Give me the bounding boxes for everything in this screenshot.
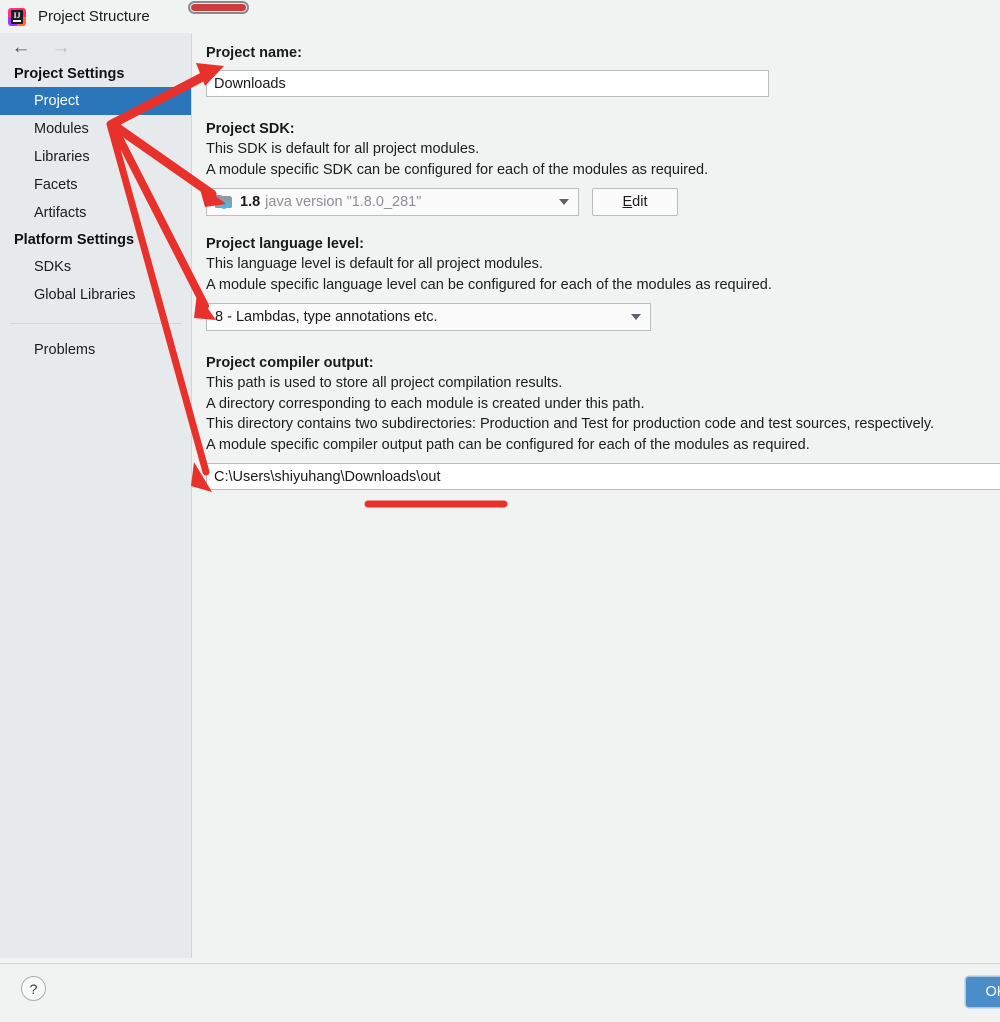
settings-sidebar: ← → Project Settings Project Modules Lib… (0, 33, 192, 958)
sidebar-item-label: Libraries (34, 149, 90, 165)
sidebar-group-project-settings: Project Settings (14, 66, 125, 82)
project-sdk-combobox[interactable]: 1.8 java version "1.8.0_281" (206, 188, 579, 216)
sidebar-item-problems[interactable]: Problems (0, 336, 191, 364)
sidebar-item-label: Global Libraries (34, 287, 136, 303)
navigation-bar: ← → (0, 33, 191, 61)
compiler-output-label: Project compiler output: (206, 355, 374, 371)
ok-button-label: OK (985, 984, 1000, 1000)
compiler-output-desc-2: A directory corresponding to each module… (206, 395, 645, 412)
edit-button-mnemonic: E (622, 194, 633, 210)
sidebar-item-modules[interactable]: Modules (0, 115, 191, 143)
project-name-input[interactable]: Downloads (206, 70, 769, 97)
help-icon: ? (29, 980, 38, 997)
help-button[interactable]: ? (21, 976, 46, 1001)
sidebar-item-project[interactable]: Project (0, 87, 191, 115)
project-sdk-detail: java version "1.8.0_281" (265, 194, 422, 210)
intellij-idea-icon: IJ (8, 7, 26, 26)
language-level-label: Project language level: (206, 236, 364, 252)
sidebar-item-label: Modules (34, 121, 89, 137)
sidebar-item-facets[interactable]: Facets (0, 171, 191, 199)
sidebar-item-libraries[interactable]: Libraries (0, 143, 191, 171)
project-name-label: Project name: (206, 45, 302, 61)
language-level-value: 8 - Lambdas, type annotations etc. (215, 309, 438, 325)
dialog-button-bar (0, 963, 1000, 1022)
language-level-desc-1: This language level is default for all p… (206, 256, 543, 272)
window-title: Project Structure (38, 8, 150, 25)
sidebar-divider (10, 323, 181, 324)
compiler-output-desc-4: A module specific compiler output path c… (206, 436, 810, 453)
project-settings-panel: Project name: Downloads Project SDK: Thi… (193, 33, 1000, 958)
sidebar-item-label: Project (34, 93, 80, 109)
project-structure-dialog: IJ Project Structure ← → Project Setting… (0, 0, 1000, 1022)
compiler-output-desc-1: This path is used to store all project c… (206, 375, 563, 391)
titlebar: IJ Project Structure (0, 0, 1000, 33)
sidebar-group-platform-settings: Platform Settings (14, 232, 135, 248)
sidebar-item-artifacts[interactable]: Artifacts (0, 199, 191, 227)
language-level-desc-2: A module specific language level can be … (206, 276, 772, 293)
sidebar-item-label: Problems (34, 342, 96, 358)
sidebar-item-label: SDKs (34, 259, 72, 275)
sidebar-item-sdks[interactable]: SDKs (0, 253, 191, 281)
project-sdk-version: 1.8 (240, 194, 261, 210)
chevron-down-icon[interactable] (559, 199, 569, 205)
folder-java-icon (215, 194, 233, 210)
sidebar-item-global-libraries[interactable]: Global Libraries (0, 281, 191, 309)
chevron-down-icon[interactable] (631, 314, 641, 320)
ok-button[interactable]: OK (966, 977, 1000, 1007)
arrow-left-icon[interactable]: ← (10, 37, 32, 57)
arrow-right-icon[interactable]: → (50, 37, 72, 57)
edit-button-rest: dit (632, 194, 648, 210)
language-level-combobox[interactable]: 8 - Lambdas, type annotations etc. (206, 303, 651, 331)
sidebar-item-label: Artifacts (34, 205, 87, 221)
sidebar-item-label: Facets (34, 177, 78, 193)
project-sdk-label: Project SDK: (206, 121, 295, 137)
compiler-output-path-input[interactable]: C:\Users\shiyuhang\Downloads\out (206, 463, 1000, 490)
compiler-output-desc-3: This directory contains two subdirectori… (206, 416, 935, 432)
project-sdk-desc-1: This SDK is default for all project modu… (206, 141, 480, 157)
project-sdk-desc-2: A module specific SDK can be configured … (206, 161, 709, 178)
edit-sdk-button[interactable]: Edit (592, 188, 678, 216)
